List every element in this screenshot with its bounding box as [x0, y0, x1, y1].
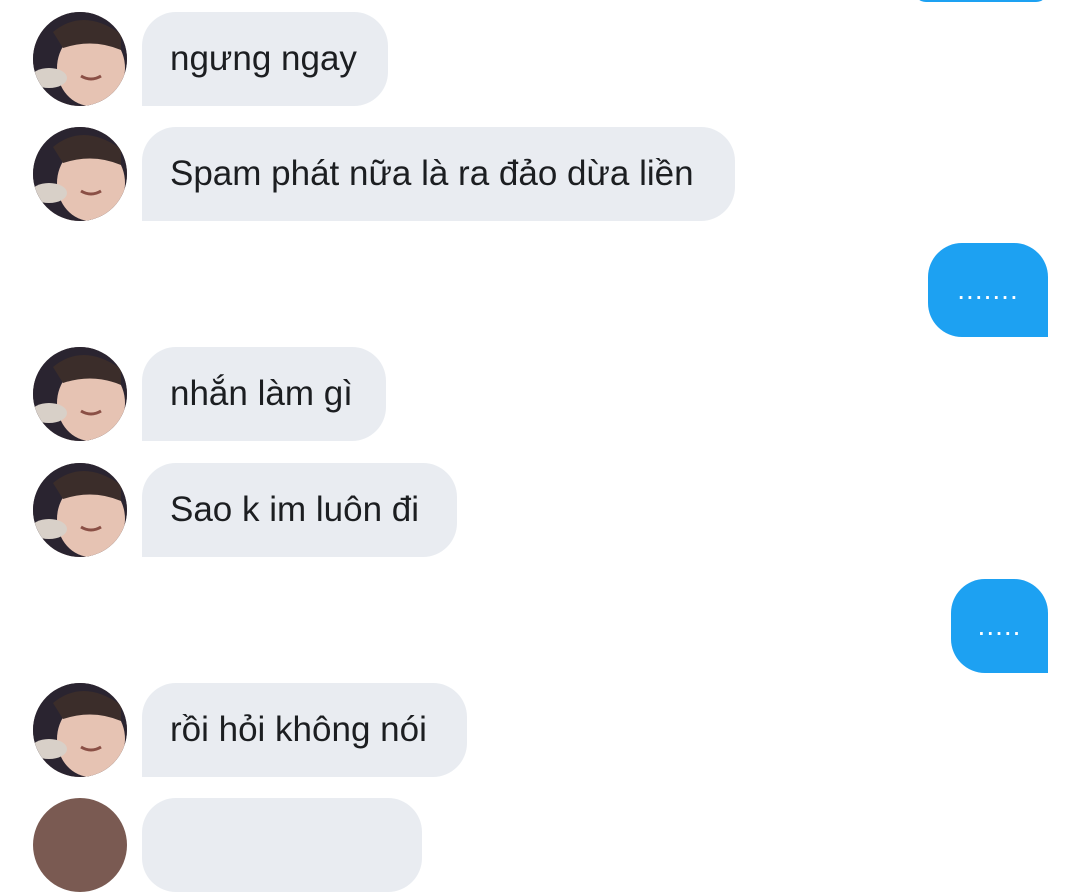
incoming-message[interactable]: nhắn làm gì	[142, 347, 386, 441]
outgoing-bubble-partial[interactable]	[914, 0, 1048, 2]
incoming-message[interactable]: ngưng ngay	[142, 12, 388, 106]
avatar-photo-icon	[33, 12, 127, 106]
outgoing-message[interactable]: .....	[951, 579, 1048, 673]
message-thread: ngưng ngay Spam phát nữa là ra đảo dừa l…	[0, 0, 1080, 892]
avatar-photo-icon	[33, 463, 127, 557]
avatar-photo-icon	[33, 127, 127, 221]
contact-avatar[interactable]	[33, 463, 127, 557]
incoming-bubble-partial[interactable]	[142, 798, 422, 892]
contact-avatar[interactable]	[33, 683, 127, 777]
outgoing-message[interactable]: .......	[928, 243, 1048, 337]
contact-avatar-partial[interactable]	[33, 798, 127, 892]
contact-avatar[interactable]	[33, 127, 127, 221]
avatar-photo-icon	[33, 683, 127, 777]
incoming-message[interactable]: Sao k im luôn đi	[142, 463, 457, 557]
contact-avatar[interactable]	[33, 347, 127, 441]
avatar-photo-icon	[33, 347, 127, 441]
incoming-message[interactable]: Spam phát nữa là ra đảo dừa liền	[142, 127, 735, 221]
contact-avatar[interactable]	[33, 12, 127, 106]
incoming-message[interactable]: rồi hỏi không nói	[142, 683, 467, 777]
